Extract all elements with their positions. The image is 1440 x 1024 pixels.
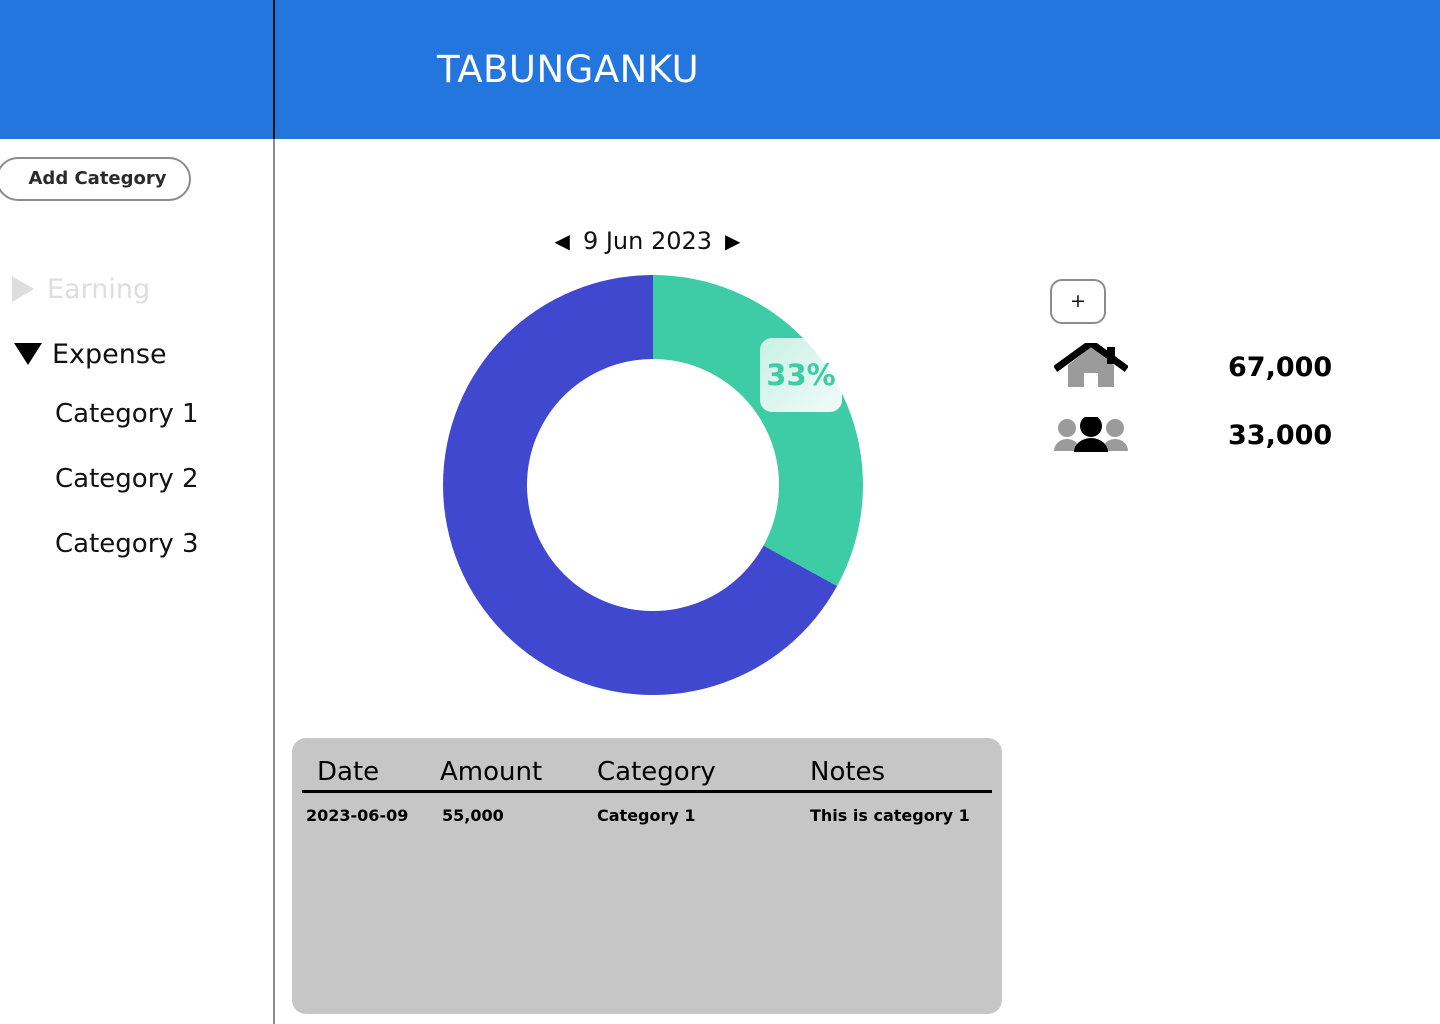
- donut-center-hole: [527, 359, 779, 611]
- table-row[interactable]: 2023-06-09 55,000 Category 1 This is cat…: [292, 793, 1002, 837]
- column-header-amount: Amount: [440, 757, 543, 787]
- triangle-right-icon: [12, 276, 34, 302]
- category-tree: Earning Expense Category 1 Category 2 Ca…: [0, 269, 273, 594]
- sidebar-item-earning[interactable]: Earning: [0, 269, 273, 309]
- app-header: TABUNGANKU: [0, 0, 1440, 139]
- column-header-notes: Notes: [810, 757, 886, 787]
- column-header-date: Date: [317, 757, 380, 787]
- donut-percentage-tooltip: 33%: [760, 338, 842, 412]
- date-navigator: ◀ 9 Jun 2023 ▶: [275, 227, 1020, 255]
- summary-panel: + 67,000 33,000: [1024, 279, 1424, 460]
- page-title: TABUNGANKU: [437, 48, 700, 91]
- summary-row-people: 33,000: [1024, 410, 1424, 460]
- add-entry-button[interactable]: +: [1050, 279, 1106, 324]
- sidebar-item-category-2[interactable]: Category 2: [0, 464, 273, 500]
- next-day-icon[interactable]: ▶: [725, 231, 740, 251]
- sidebar-divider-top: [273, 0, 275, 139]
- cell-notes: This is category 1: [810, 805, 970, 825]
- sidebar-item-expense[interactable]: Expense: [0, 334, 273, 374]
- summary-row-house: 67,000: [1024, 342, 1424, 392]
- transactions-table: Date Amount Category Notes 2023-06-09 55…: [292, 738, 1002, 1014]
- app-root: TABUNGANKU Add Category Earning Expense …: [0, 0, 1440, 1024]
- previous-day-icon[interactable]: ◀: [555, 231, 570, 251]
- cell-date: 2023-06-09: [306, 805, 409, 825]
- sidebar-item-category-3[interactable]: Category 3: [0, 529, 273, 565]
- group-people-icon: [1046, 417, 1136, 453]
- column-header-category: Category: [597, 757, 716, 787]
- table-header-row: Date Amount Category Notes: [292, 738, 1002, 790]
- cell-amount: 55,000: [442, 805, 504, 825]
- sidebar-item-label-expense: Expense: [52, 338, 167, 370]
- summary-value-house: 67,000: [1228, 351, 1333, 383]
- sidebar-item-category-1[interactable]: Category 1: [0, 399, 273, 435]
- sidebar-item-label-earning: Earning: [47, 273, 151, 305]
- sidebar: Add Category Earning Expense Category 1 …: [0, 139, 273, 1024]
- add-category-button[interactable]: Add Category: [0, 157, 191, 201]
- current-date-label: 9 Jun 2023: [582, 227, 713, 255]
- expense-donut-chart[interactable]: 33%: [443, 275, 863, 695]
- summary-value-people: 33,000: [1228, 419, 1333, 451]
- triangle-down-icon: [14, 343, 42, 365]
- house-icon: [1046, 343, 1136, 391]
- cell-category: Category 1: [597, 805, 696, 825]
- main-content: ◀ 9 Jun 2023 ▶ 33% + 67,000 33,000 Date …: [275, 139, 1440, 1024]
